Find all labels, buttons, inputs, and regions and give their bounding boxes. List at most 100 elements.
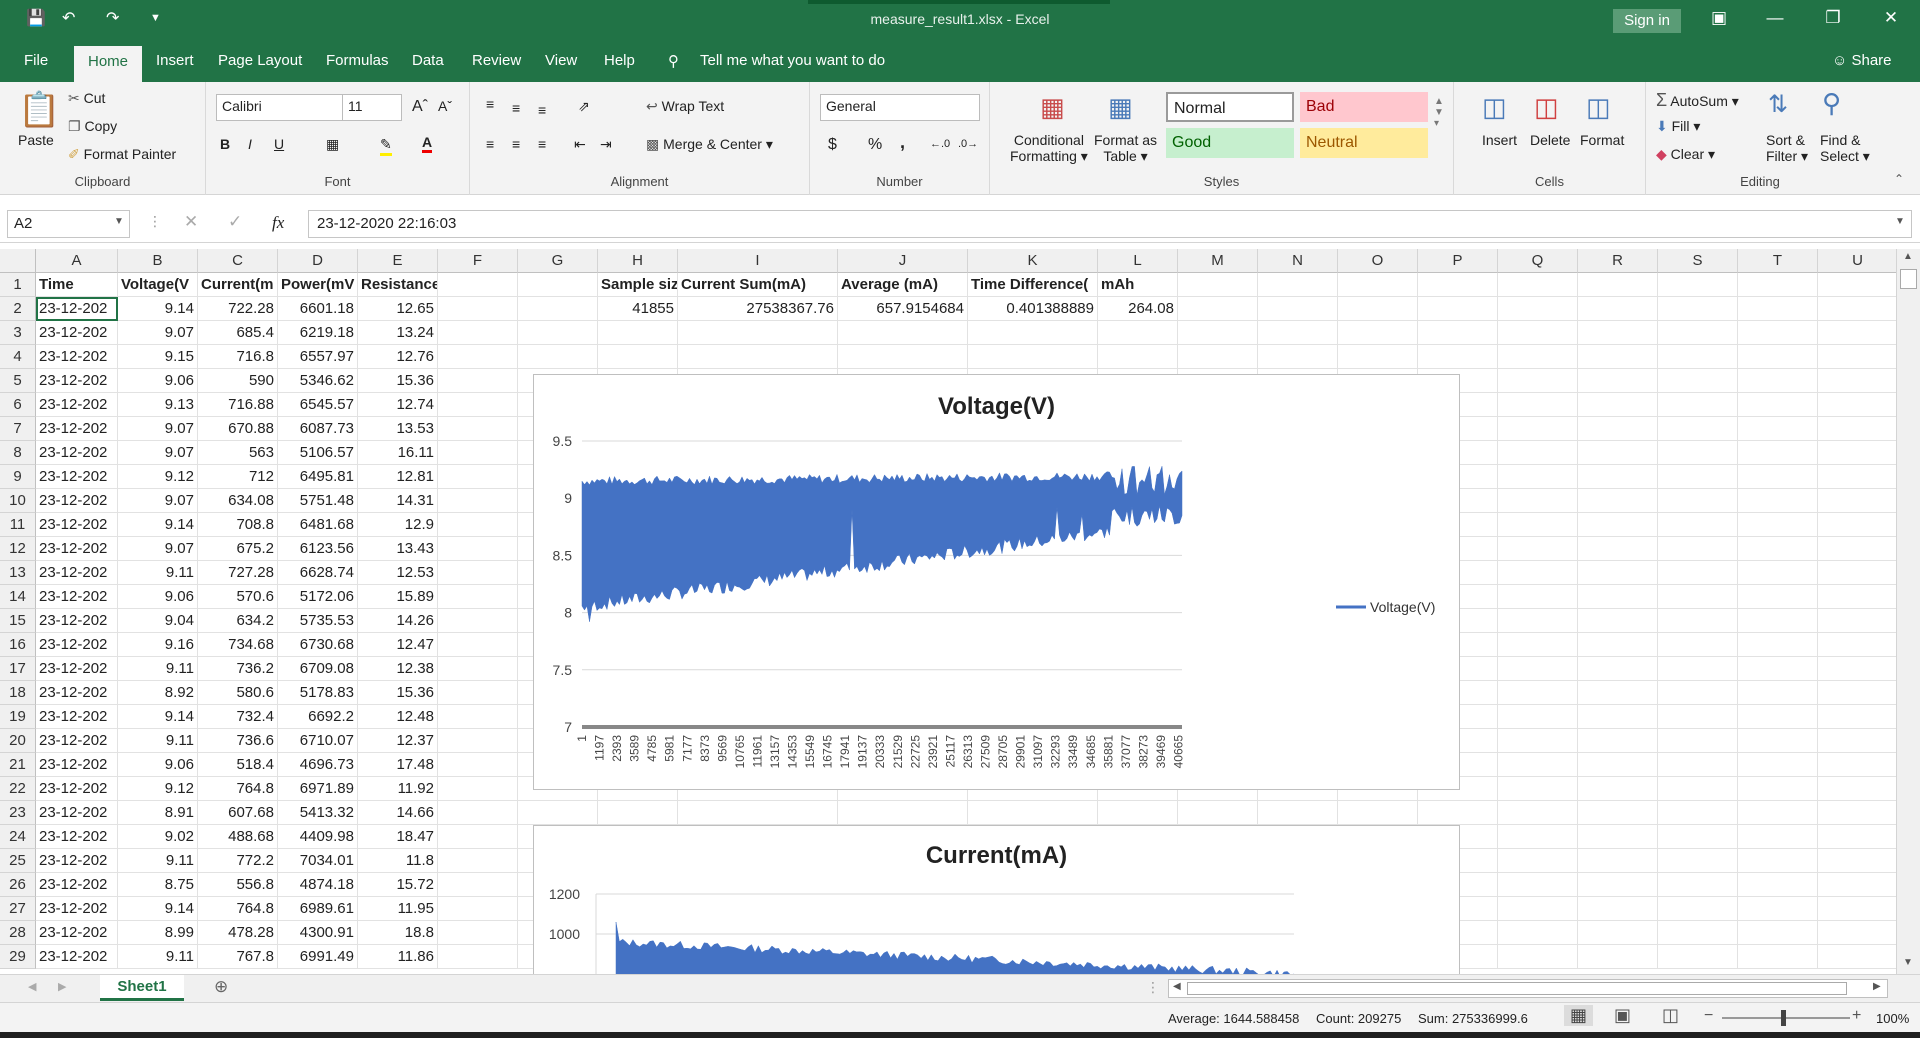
row-header-10[interactable]: 10: [0, 489, 36, 513]
cell[interactable]: [1498, 393, 1578, 417]
summary-header-cell[interactable]: Average (mA): [838, 273, 968, 297]
cell[interactable]: [1738, 849, 1818, 873]
cell[interactable]: [1818, 705, 1898, 729]
cell[interactable]: [1658, 753, 1738, 777]
cell[interactable]: [518, 801, 598, 825]
data-cell[interactable]: 23-12-202: [36, 537, 118, 561]
cell[interactable]: [1658, 729, 1738, 753]
tab-review[interactable]: Review: [472, 52, 521, 69]
cell[interactable]: [1738, 297, 1818, 321]
data-cell[interactable]: 478.28: [198, 921, 278, 945]
align-middle-icon[interactable]: ≡: [512, 100, 520, 116]
data-cell[interactable]: 764.8: [198, 777, 278, 801]
cell[interactable]: [1498, 849, 1578, 873]
row-header-19[interactable]: 19: [0, 705, 36, 729]
cell[interactable]: [1818, 417, 1898, 441]
data-cell[interactable]: 15.89: [358, 585, 438, 609]
cell[interactable]: [1658, 393, 1738, 417]
cell[interactable]: [1738, 465, 1818, 489]
cell[interactable]: [1818, 513, 1898, 537]
data-cell[interactable]: 18.47: [358, 825, 438, 849]
normal-view-icon[interactable]: ▦: [1564, 1005, 1594, 1026]
data-cell[interactable]: 23-12-202: [36, 921, 118, 945]
cell[interactable]: [1498, 417, 1578, 441]
cell[interactable]: [1658, 657, 1738, 681]
row-header-5[interactable]: 5: [0, 369, 36, 393]
column-header-i[interactable]: I: [678, 249, 838, 273]
cell[interactable]: [1338, 297, 1418, 321]
data-cell[interactable]: 570.6: [198, 585, 278, 609]
data-cell[interactable]: 734.68: [198, 633, 278, 657]
data-cell[interactable]: 23-12-202: [36, 441, 118, 465]
cell[interactable]: [1578, 657, 1658, 681]
data-cell[interactable]: 12.81: [358, 465, 438, 489]
cell[interactable]: [1818, 537, 1898, 561]
cell[interactable]: [1498, 465, 1578, 489]
shrink-font-icon[interactable]: Aˇ: [438, 98, 452, 114]
data-cell[interactable]: 590: [198, 369, 278, 393]
cell[interactable]: [1658, 369, 1738, 393]
tab-file[interactable]: File: [24, 52, 48, 69]
data-cell[interactable]: 11.86: [358, 945, 438, 969]
worksheet-grid[interactable]: ABCDEFGHIJKLMNOPQRSTU 1 2 3 4 5 6 7 8 9 10 11 12 13 1…: [0, 249, 1920, 974]
data-cell[interactable]: 518.4: [198, 753, 278, 777]
cell[interactable]: [1658, 945, 1738, 969]
cell[interactable]: [1498, 705, 1578, 729]
data-cell[interactable]: 23-12-202: [36, 657, 118, 681]
data-cell[interactable]: 4696.73: [278, 753, 358, 777]
header-cell[interactable]: Voltage(V: [118, 273, 198, 297]
data-cell[interactable]: 9.15: [118, 345, 198, 369]
cell[interactable]: [1418, 273, 1498, 297]
column-header-a[interactable]: A: [36, 249, 118, 273]
data-cell[interactable]: 14.31: [358, 489, 438, 513]
data-cell[interactable]: 9.11: [118, 561, 198, 585]
data-cell[interactable]: 9.13: [118, 393, 198, 417]
cell[interactable]: [1498, 609, 1578, 633]
row-header-28[interactable]: 28: [0, 921, 36, 945]
cell[interactable]: [1818, 273, 1898, 297]
cell[interactable]: [1578, 633, 1658, 657]
data-cell[interactable]: 9.06: [118, 753, 198, 777]
row-header-3[interactable]: 3: [0, 321, 36, 345]
cell[interactable]: [1418, 801, 1498, 825]
cell[interactable]: [518, 321, 598, 345]
cell[interactable]: [1818, 609, 1898, 633]
row-header-6[interactable]: 6: [0, 393, 36, 417]
cell[interactable]: [598, 801, 678, 825]
data-cell[interactable]: 9.14: [118, 297, 198, 321]
data-cell[interactable]: 9.11: [118, 729, 198, 753]
data-cell[interactable]: 8.92: [118, 681, 198, 705]
close-icon[interactable]: ✕: [1876, 8, 1906, 28]
cell[interactable]: [1818, 561, 1898, 585]
cell[interactable]: [1418, 321, 1498, 345]
cell[interactable]: [1658, 705, 1738, 729]
cell[interactable]: [438, 441, 518, 465]
row-header-23[interactable]: 23: [0, 801, 36, 825]
tab-insert[interactable]: Insert: [156, 52, 194, 69]
cell[interactable]: [1578, 561, 1658, 585]
data-cell[interactable]: 23-12-202: [36, 777, 118, 801]
cell[interactable]: [1498, 753, 1578, 777]
data-cell[interactable]: 5413.32: [278, 801, 358, 825]
cell[interactable]: [1498, 273, 1578, 297]
data-cell[interactable]: 6730.68: [278, 633, 358, 657]
cell[interactable]: [968, 321, 1098, 345]
cell[interactable]: [438, 849, 518, 873]
underline-button[interactable]: U: [274, 136, 284, 152]
cell[interactable]: [1818, 849, 1898, 873]
cell[interactable]: [1578, 921, 1658, 945]
format-cells-button[interactable]: Format: [1580, 132, 1624, 148]
cell[interactable]: [1818, 825, 1898, 849]
data-cell[interactable]: 716.88: [198, 393, 278, 417]
decrease-decimal-icon[interactable]: .0→: [958, 138, 978, 150]
data-cell[interactable]: 732.4: [198, 705, 278, 729]
data-cell[interactable]: 9.07: [118, 537, 198, 561]
cell[interactable]: [1578, 321, 1658, 345]
bold-button[interactable]: B: [220, 136, 230, 152]
cell[interactable]: [1738, 609, 1818, 633]
row-header-20[interactable]: 20: [0, 729, 36, 753]
font-color-icon[interactable]: A: [422, 134, 433, 153]
data-cell[interactable]: 23-12-202: [36, 561, 118, 585]
cell[interactable]: [968, 345, 1098, 369]
data-cell[interactable]: 9.07: [118, 441, 198, 465]
